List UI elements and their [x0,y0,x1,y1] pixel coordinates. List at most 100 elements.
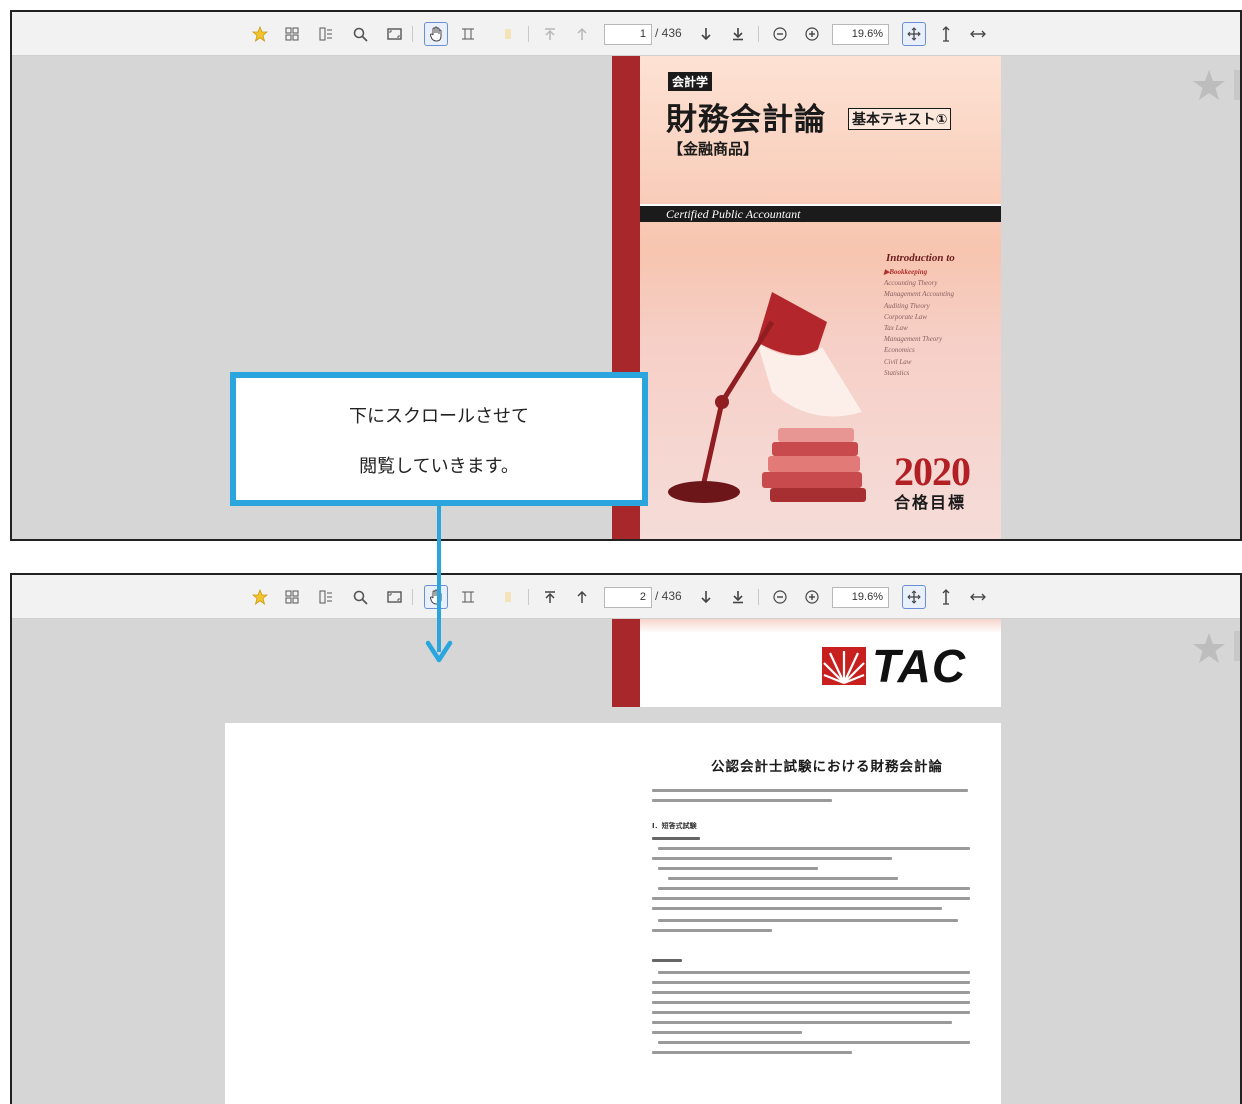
cover-year: 2020 [894,449,971,494]
cover-genre: 【金融商品】 [668,140,759,158]
subject-item: Statistics [884,368,910,377]
instruction-callout: 下にスクロールさせて 閲覧していきます。 [230,372,648,506]
cover-spine [612,619,640,707]
search-icon[interactable] [350,22,370,46]
select-tool-icon[interactable] [458,22,478,46]
hand-tool-icon[interactable] [424,22,448,46]
tac-logo-icon [822,647,866,685]
bookmarks-icon[interactable] [316,22,336,46]
text-line [652,1011,970,1014]
cover-band-text: Certified Public Accountant [666,207,801,221]
vertical-scroll-icon[interactable] [938,22,954,46]
document-title: 公認会計士試験における財務会計論 [711,759,943,775]
subject-item: Management Theory [884,335,943,344]
horizontal-scroll-icon[interactable] [968,22,988,46]
subject-item: Economics [884,346,915,355]
subject-item: ▶Bookkeeping [884,268,928,276]
last-page-icon[interactable] [728,22,748,46]
subject-item: Civil Law [884,357,912,366]
text-line [652,857,892,860]
section-heading: Ⅰ．短答式試験 [652,822,697,830]
page-total: / 436 [655,26,682,40]
tac-logo: TAC [822,639,966,693]
viewer-window-bottom: 2 / 436 19.6% TAC 公認会計士試験における財務会計論 Ⅰ．短答式… [10,573,1242,1104]
page-number-input[interactable]: 1 [604,24,652,45]
highlight-icon [498,22,518,46]
callout-line-1: 下にスクロールさせて [349,406,529,427]
select-tool-icon[interactable] [458,585,478,609]
book-cover-page: 会計学 財務会計論 基本テキスト① 【金融商品】 Certified Publi… [612,56,1001,539]
text-line [652,1031,802,1034]
subject-item: Auditing Theory [884,301,930,310]
page-number-input[interactable]: 2 [604,587,652,608]
document-page: 公認会計士試験における財務会計論 Ⅰ．短答式試験 [225,723,1001,1104]
cover-intro: Introduction to [886,252,955,264]
fit-width-icon[interactable] [902,22,926,46]
text-line [652,1021,952,1024]
text-line [658,867,818,870]
horizontal-scroll-icon[interactable] [968,585,988,609]
thumbnails-icon[interactable] [282,585,302,609]
text-line [652,789,968,792]
scroll-down-arrow-icon [425,640,453,663]
zoom-in-icon[interactable] [802,585,822,609]
zoom-out-icon[interactable] [770,585,790,609]
page-total: / 436 [655,589,682,603]
desk-lamp-illustration [668,292,866,503]
zoom-out-icon[interactable] [770,22,790,46]
next-page-icon[interactable] [696,585,716,609]
text-line [652,907,942,910]
text-line [652,1051,852,1054]
prev-page-icon [572,22,592,46]
scroll-arrow-line [437,506,441,652]
subject-item: Accounting Theory [884,279,938,288]
zoom-level-input[interactable]: 19.6% [832,24,889,45]
prev-page-icon[interactable] [572,585,592,609]
cover-subtitle: 基本テキスト① [848,108,952,130]
fit-width-icon[interactable] [902,585,926,609]
text-line [652,929,772,932]
fit-page-icon[interactable] [384,22,404,46]
cover-badge: 会計学 [668,72,713,91]
first-page-icon[interactable] [540,585,560,609]
cover-goal: 合格目標 [894,495,967,512]
subject-item: Corporate Law [884,312,927,321]
star-icon[interactable] [250,585,270,609]
zoom-level-input[interactable]: 19.6% [832,587,889,608]
next-page-icon[interactable] [696,22,716,46]
scrollbar-thumb[interactable] [1234,631,1240,661]
back-band [640,619,1001,633]
text-line [668,877,898,880]
text-line [658,919,958,922]
tac-logo-text: TAC [872,640,967,692]
last-page-icon[interactable] [728,585,748,609]
bookmarks-icon[interactable] [316,585,336,609]
viewer-toolbar: 2 / 436 19.6% [12,575,1240,619]
star-icon[interactable] [250,22,270,46]
scrollbar-thumb[interactable] [1234,70,1240,100]
text-line [658,1041,970,1044]
text-line [652,799,832,802]
book-back-cover: TAC [612,619,1001,707]
highlight-icon [498,585,518,609]
text-line [652,991,970,994]
thumbnails-icon[interactable] [282,22,302,46]
cover-band: Certified Public Accountant [640,204,1001,222]
text-line [658,971,970,974]
text-line [652,837,700,840]
favorite-star-icon[interactable] [1192,68,1226,102]
subject-item: Tax Law [884,324,908,333]
hand-tool-icon[interactable] [424,585,448,609]
text-line [652,981,970,984]
callout-line-2: 閲覧していきます。 [359,456,519,477]
search-icon[interactable] [350,585,370,609]
zoom-in-icon[interactable] [802,22,822,46]
fit-page-icon[interactable] [384,585,404,609]
cover-title: 財務会計論 [666,102,826,138]
text-line [652,1001,970,1004]
favorite-star-icon[interactable] [1192,631,1226,665]
cover-subject-list: ▶Bookkeeping Accounting Theory Managemen… [884,267,954,379]
first-page-icon [540,22,560,46]
text-line [658,887,970,890]
vertical-scroll-icon[interactable] [938,585,954,609]
